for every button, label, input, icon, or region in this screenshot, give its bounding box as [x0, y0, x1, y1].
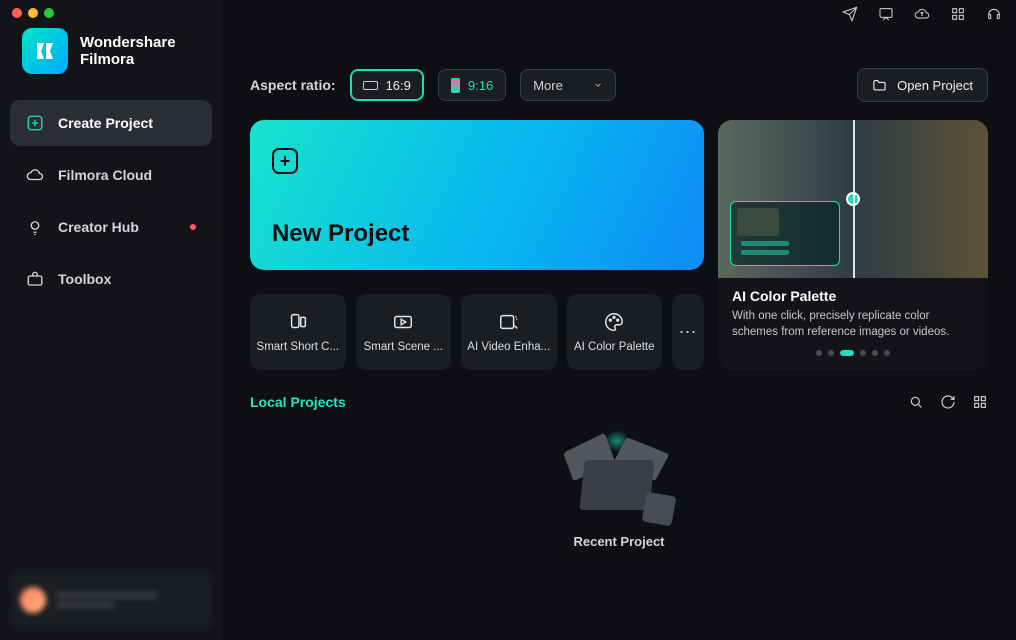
window-traffic-lights[interactable] — [12, 8, 54, 18]
notification-dot-icon — [190, 224, 196, 230]
app-logo-icon — [22, 28, 68, 74]
brand-name-line2: Filmora — [80, 51, 176, 68]
carousel-dot[interactable] — [828, 350, 834, 356]
sidebar-item-filmora-cloud[interactable]: Filmora Cloud — [10, 152, 212, 198]
sidebar-item-toolbox[interactable]: Toolbox — [10, 256, 212, 302]
tool-label: Smart Short C... — [257, 341, 339, 353]
avatar — [20, 587, 46, 613]
brand-name-line1: Wondershare — [80, 34, 176, 51]
carousel-dot[interactable] — [816, 350, 822, 356]
ellipsis-icon: ⋯ — [679, 322, 698, 343]
sidebar-item-create-project[interactable]: Create Project — [10, 100, 212, 146]
tool-smart-scene[interactable]: Smart Scene ... — [356, 294, 452, 370]
carousel-dot[interactable] — [884, 350, 890, 356]
chevron-down-icon — [593, 80, 603, 90]
brand: Wondershare Filmora — [0, 28, 222, 94]
maximize-window-icon[interactable] — [44, 8, 54, 18]
more-tools-button[interactable]: ⋯ — [672, 294, 704, 370]
aspect-16-9-chip[interactable]: 16:9 — [350, 69, 424, 101]
sidebar-item-label: Creator Hub — [58, 219, 139, 235]
empty-state: Recent Project — [250, 430, 988, 549]
lightbulb-icon — [26, 218, 44, 236]
carousel-dot[interactable] — [860, 350, 866, 356]
palette-icon — [603, 311, 625, 333]
plus-square-icon — [26, 114, 44, 132]
sidebar-item-label: Filmora Cloud — [58, 167, 152, 183]
close-window-icon[interactable] — [12, 8, 22, 18]
refresh-icon[interactable] — [940, 394, 956, 410]
button-label: Open Project — [897, 78, 973, 93]
short-clips-icon — [287, 311, 309, 333]
portrait-rect-icon — [451, 78, 460, 93]
tool-smart-short-clips[interactable]: Smart Short C... — [250, 294, 346, 370]
feature-preview-image — [718, 120, 988, 278]
chip-label: More — [533, 78, 563, 93]
sidebar-item-creator-hub[interactable]: Creator Hub — [10, 204, 212, 250]
empty-box-icon — [564, 430, 674, 520]
chip-label: 9:16 — [468, 78, 493, 93]
main-content: Aspect ratio: 16:9 9:16 More Open Projec… — [222, 0, 1016, 640]
search-icon[interactable] — [908, 394, 924, 410]
enhance-icon — [498, 311, 520, 333]
aspect-9-16-chip[interactable]: 9:16 — [438, 69, 506, 101]
tool-ai-video-enhancer[interactable]: AI Video Enha... — [461, 294, 557, 370]
carousel-dots[interactable] — [732, 350, 974, 356]
user-account-card[interactable] — [10, 570, 212, 630]
apps-grid-icon[interactable] — [950, 6, 966, 22]
new-project-card[interactable]: + New Project — [250, 120, 704, 270]
chip-label: 16:9 — [386, 78, 411, 93]
sidebar-item-label: Create Project — [58, 115, 153, 131]
support-headset-icon[interactable] — [986, 6, 1002, 22]
tool-label: AI Video Enha... — [467, 341, 550, 353]
scene-cut-icon — [392, 311, 414, 333]
aspect-ratio-label: Aspect ratio: — [250, 77, 336, 93]
tool-label: Smart Scene ... — [364, 341, 443, 353]
send-icon[interactable] — [842, 6, 858, 22]
folder-icon — [872, 78, 887, 93]
tool-ai-color-palette[interactable]: AI Color Palette — [567, 294, 663, 370]
slider-handle-icon — [846, 192, 860, 206]
cloud-icon — [26, 166, 44, 184]
minimize-window-icon[interactable] — [28, 8, 38, 18]
carousel-dot[interactable] — [840, 350, 854, 356]
plus-icon: + — [272, 148, 298, 174]
open-project-button[interactable]: Open Project — [857, 68, 988, 102]
tool-label: AI Color Palette — [574, 341, 655, 353]
feature-description: With one click, precisely replicate colo… — [732, 308, 974, 340]
aspect-more-chip[interactable]: More — [520, 69, 616, 101]
sidebar: Wondershare Filmora Create Project Filmo… — [0, 0, 222, 640]
new-project-title: New Project — [272, 220, 682, 248]
landscape-rect-icon — [363, 81, 378, 90]
sidebar-item-label: Toolbox — [58, 271, 111, 287]
feedback-icon[interactable] — [878, 6, 894, 22]
toolbox-icon — [26, 270, 44, 288]
cloud-upload-icon[interactable] — [914, 6, 930, 22]
empty-state-label: Recent Project — [573, 534, 664, 549]
local-projects-heading: Local Projects — [250, 394, 346, 410]
carousel-dot[interactable] — [872, 350, 878, 356]
feature-overlay-panel — [730, 201, 840, 266]
feature-showcase-card[interactable]: AI Color Palette With one click, precise… — [718, 120, 988, 370]
feature-title: AI Color Palette — [732, 288, 974, 304]
grid-view-icon[interactable] — [972, 394, 988, 410]
